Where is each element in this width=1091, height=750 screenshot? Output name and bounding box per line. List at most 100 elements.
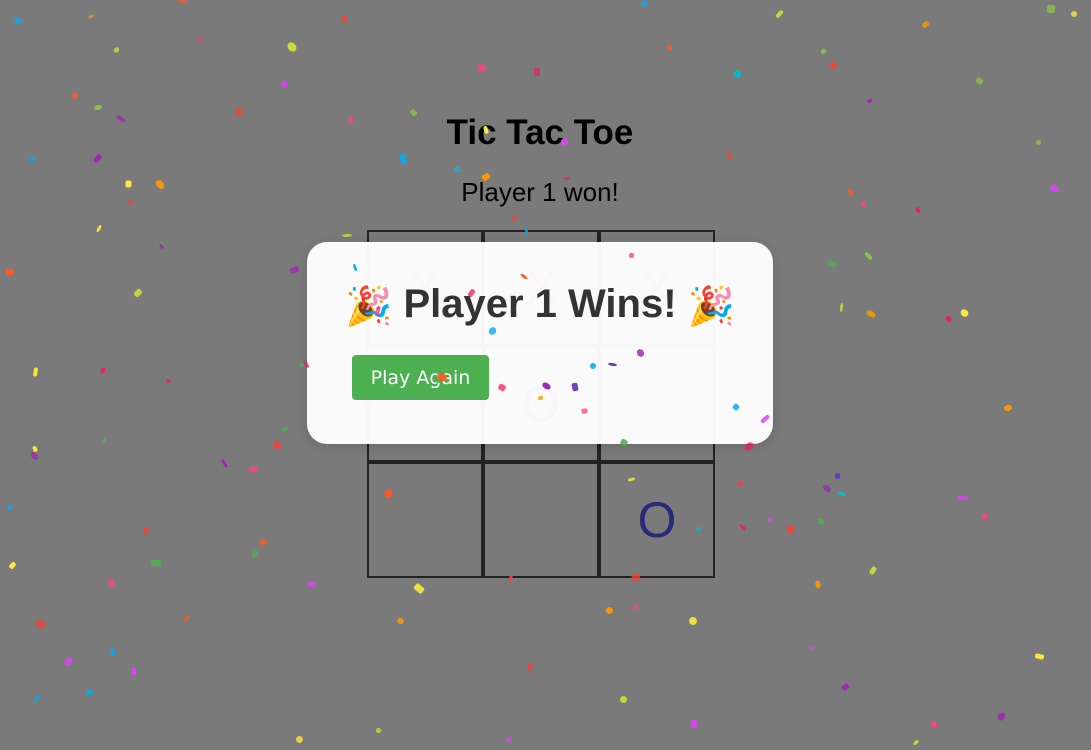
confetti-piece bbox=[766, 518, 773, 523]
confetti-piece bbox=[912, 739, 920, 746]
confetti-piece bbox=[631, 604, 640, 611]
confetti-piece bbox=[285, 40, 299, 54]
confetti-piece bbox=[839, 302, 844, 313]
confetti-piece bbox=[995, 710, 1008, 723]
confetti-piece bbox=[957, 495, 969, 501]
confetti-piece bbox=[822, 484, 832, 493]
confetti-piece bbox=[690, 719, 698, 729]
confetti-piece bbox=[604, 605, 615, 616]
confetti-piece bbox=[62, 655, 75, 668]
confetti-piece bbox=[476, 63, 487, 73]
confetti-piece bbox=[93, 104, 103, 111]
confetti-piece bbox=[921, 20, 930, 29]
confetti-piece bbox=[1046, 4, 1056, 14]
confetti-piece bbox=[258, 537, 268, 547]
confetti-piece bbox=[165, 377, 172, 385]
win-dialog: 🎉 Player 1 Wins! 🎉 Play Again bbox=[307, 242, 773, 444]
confetti-piece bbox=[279, 79, 289, 89]
confetti-piece bbox=[929, 720, 939, 729]
confetti-piece bbox=[733, 69, 742, 79]
win-heading-text: Player 1 Wins! bbox=[403, 282, 677, 326]
confetti-piece bbox=[959, 307, 970, 319]
confetti-piece bbox=[775, 9, 784, 19]
confetti-piece bbox=[280, 426, 290, 433]
confetti-piece bbox=[688, 616, 698, 626]
confetti-piece bbox=[289, 265, 300, 275]
confetti-piece bbox=[533, 67, 541, 77]
confetti-piece bbox=[183, 614, 190, 623]
confetti-piece bbox=[248, 466, 259, 473]
confetti-piece bbox=[944, 315, 953, 323]
confetti-piece bbox=[737, 480, 744, 487]
confetti-piece bbox=[505, 736, 512, 743]
confetti-piece bbox=[13, 17, 23, 25]
confetti-piece bbox=[32, 367, 39, 377]
board-cell-7[interactable] bbox=[367, 462, 483, 578]
confetti-piece bbox=[87, 13, 95, 20]
confetti-piece bbox=[1034, 653, 1045, 660]
party-popper-icon: 🎉 bbox=[345, 286, 393, 328]
confetti-piece bbox=[827, 259, 837, 269]
confetti-piece bbox=[412, 582, 426, 595]
confetti-piece bbox=[85, 688, 94, 697]
confetti-piece bbox=[34, 618, 47, 630]
confetti-piece bbox=[251, 550, 259, 558]
confetti-piece bbox=[99, 367, 107, 374]
page-title: Tic Tac Toe bbox=[446, 113, 634, 152]
confetti-piece bbox=[295, 735, 304, 744]
confetti-piece bbox=[510, 214, 519, 223]
confetti-piece bbox=[828, 60, 839, 71]
confetti-piece bbox=[398, 153, 408, 165]
confetti-piece bbox=[142, 527, 150, 535]
confetti-piece bbox=[177, 0, 188, 5]
confetti-piece bbox=[27, 157, 37, 162]
game-status: Player 1 won! bbox=[461, 177, 619, 207]
confetti-piece bbox=[816, 517, 826, 526]
confetti-piece bbox=[92, 153, 103, 164]
confetti-piece bbox=[109, 647, 117, 657]
confetti-piece bbox=[272, 440, 282, 450]
confetti-piece bbox=[739, 523, 747, 532]
confetti-piece bbox=[865, 308, 877, 320]
confetti-piece bbox=[131, 667, 137, 676]
confetti-piece bbox=[866, 98, 873, 104]
confetti-piece bbox=[840, 682, 851, 692]
board-cell-8[interactable] bbox=[483, 462, 599, 578]
confetti-piece bbox=[454, 166, 461, 173]
confetti-piece bbox=[375, 727, 382, 734]
confetti-piece bbox=[837, 490, 847, 498]
confetti-piece bbox=[107, 577, 116, 589]
confetti-piece bbox=[307, 581, 317, 588]
confetti-piece bbox=[974, 76, 985, 86]
confetti-piece bbox=[6, 503, 14, 511]
confetti-piece bbox=[220, 458, 229, 469]
confetti-piece bbox=[197, 37, 204, 42]
confetti-piece bbox=[1003, 404, 1013, 412]
confetti-piece bbox=[8, 561, 17, 570]
confetti-piece bbox=[150, 559, 162, 567]
cell-mark: O bbox=[637, 492, 677, 548]
confetti-piece bbox=[868, 565, 878, 576]
confetti-piece bbox=[1070, 10, 1078, 18]
confetti-piece bbox=[158, 243, 165, 250]
confetti-piece bbox=[340, 15, 348, 23]
confetti-piece bbox=[666, 44, 673, 52]
confetti-piece bbox=[834, 472, 841, 480]
confetti-piece bbox=[527, 662, 533, 673]
confetti-piece bbox=[112, 46, 121, 54]
confetti-piece bbox=[619, 695, 628, 704]
confetti-piece bbox=[819, 47, 828, 56]
party-popper-icon: 🎉 bbox=[687, 286, 735, 328]
play-again-button[interactable]: Play Again bbox=[352, 355, 489, 400]
board-cell-9[interactable]: O bbox=[599, 462, 715, 578]
confetti-piece bbox=[981, 512, 989, 521]
confetti-piece bbox=[71, 91, 79, 100]
confetti-piece bbox=[640, 1, 649, 7]
confetti-piece bbox=[95, 224, 103, 233]
confetti-piece bbox=[341, 233, 353, 238]
confetti-piece bbox=[863, 251, 874, 261]
win-heading: 🎉 Player 1 Wins! 🎉 bbox=[307, 282, 773, 329]
confetti-piece bbox=[133, 288, 143, 298]
confetti-piece bbox=[5, 268, 15, 276]
confetti-piece bbox=[102, 437, 107, 444]
